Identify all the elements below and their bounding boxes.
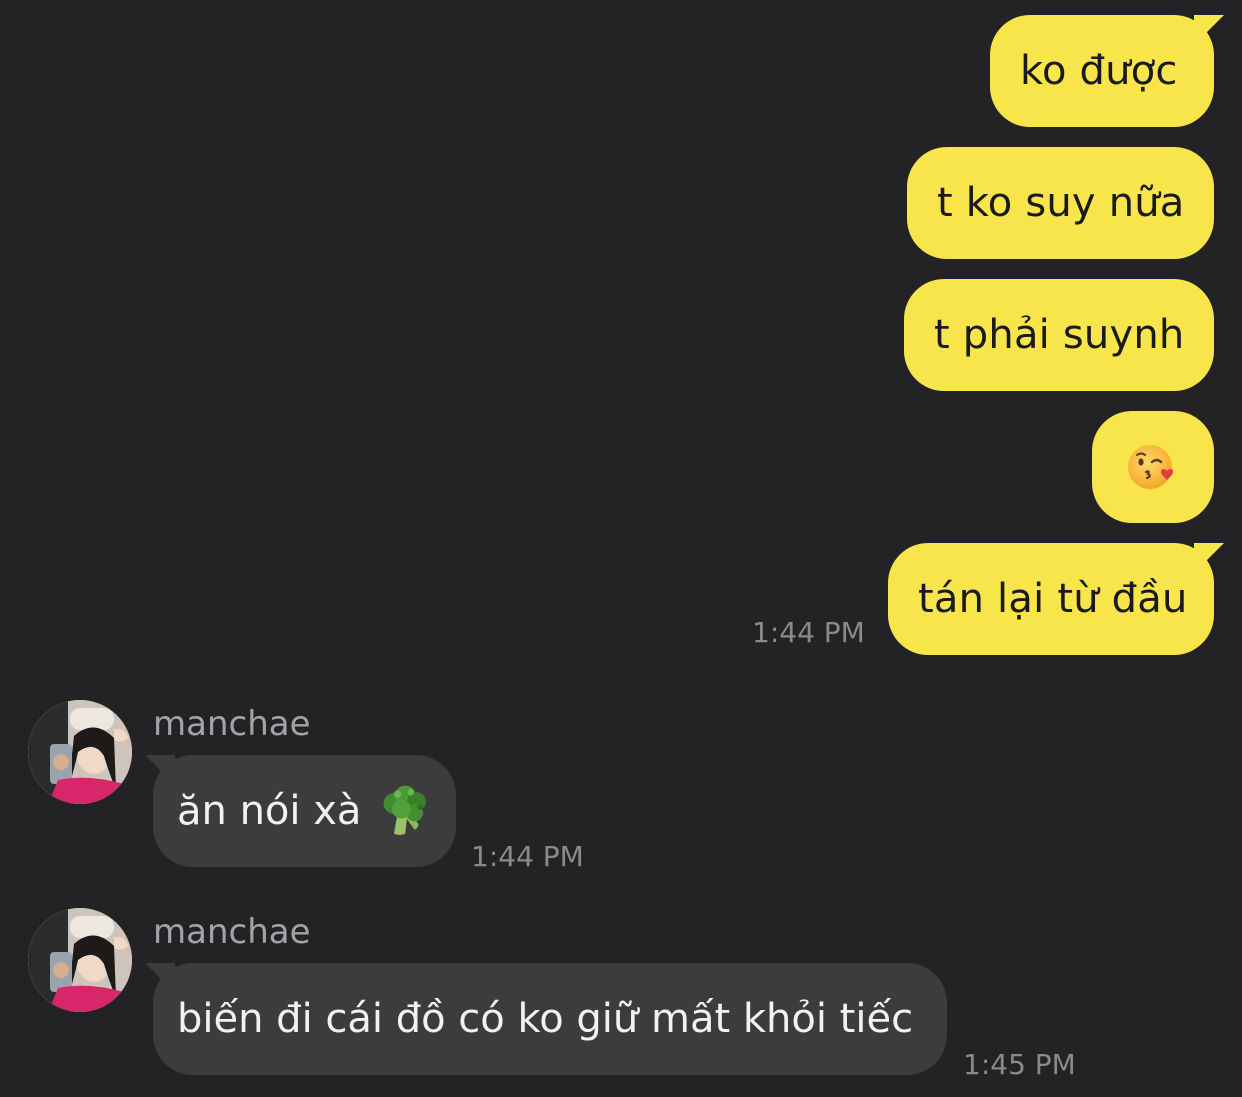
message-text: t ko suy nữa [937,180,1185,226]
outgoing-message[interactable]: t ko suy nữa [907,147,1214,259]
avatar-photo [28,700,132,804]
message-text: t phải suynh [934,312,1185,358]
chat-thread: ko được t ko suy nữa t phải suynh tán lạ… [0,0,1242,1097]
avatar[interactable] [28,700,132,804]
avatar[interactable] [28,908,132,1012]
sender-name: manchae [153,704,311,744]
message-text: ko được [1020,48,1178,94]
message-timestamp: 1:44 PM [471,840,584,873]
avatar-photo [28,908,132,1012]
message-text: tán lại từ đầu [918,576,1188,622]
incoming-message[interactable]: ăn nói xà [153,755,456,867]
message-timestamp: 1:44 PM [752,616,865,649]
message-text: biến đi cái đồ có ko giữ mất khỏi tiếc [177,996,914,1042]
kiss-wink-heart-emoji [1128,445,1173,489]
broccoli-emoji [384,785,427,835]
message-text: ăn nói xà [177,788,362,834]
sender-name: manchae [153,912,311,952]
incoming-message[interactable]: biến đi cái đồ có ko giữ mất khỏi tiếc [153,963,947,1075]
outgoing-message[interactable] [1092,411,1214,523]
message-timestamp: 1:45 PM [963,1048,1076,1081]
outgoing-message[interactable]: t phải suynh [904,279,1214,391]
outgoing-message[interactable]: tán lại từ đầu [888,543,1214,655]
outgoing-message[interactable]: ko được [990,15,1214,127]
